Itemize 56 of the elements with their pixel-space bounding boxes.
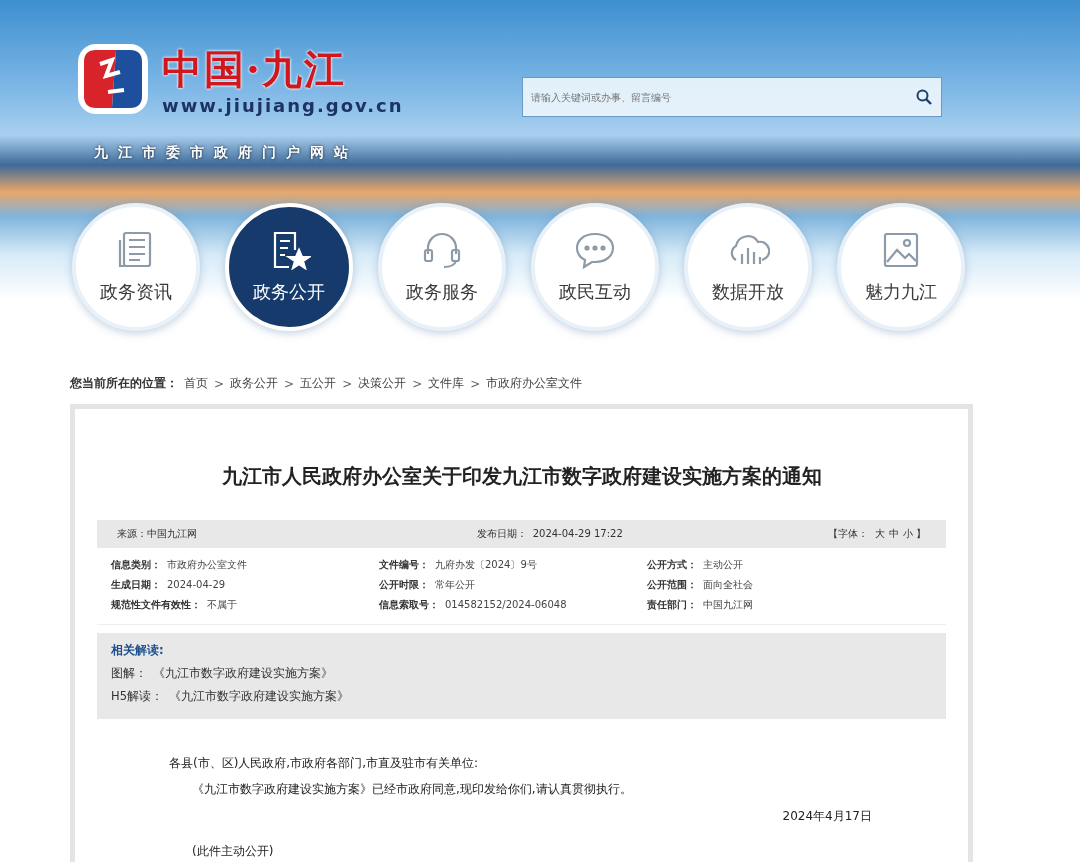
info-value: 常年公开 bbox=[435, 579, 475, 590]
info-value: 中国九江网 bbox=[703, 599, 753, 610]
site-url: www.jiujiang.gov.cn bbox=[162, 94, 404, 116]
source-label: 来源： bbox=[117, 528, 147, 539]
info-label: 信息类别： bbox=[111, 559, 161, 570]
search-field[interactable]: 请输入关键词或办事、留言编号 bbox=[522, 77, 942, 117]
info-label: 规范性文件有效性： bbox=[111, 599, 201, 610]
info-label: 公开方式： bbox=[647, 559, 697, 570]
info-value: 九府办发〔2024〕9号 bbox=[435, 559, 537, 570]
related-label: 图解： bbox=[111, 666, 147, 680]
info-value: 面向全社会 bbox=[703, 579, 753, 590]
chat-bubble-icon bbox=[573, 230, 617, 270]
breadcrumb-link[interactable]: 文件库 bbox=[428, 375, 465, 392]
info-label: 公开时限： bbox=[379, 579, 429, 590]
date-value: 2024-04-29 17:22 bbox=[532, 528, 623, 539]
article-title: 九江市人民政府办公室关于印发九江市数字政府建设实施方案的通知 bbox=[220, 463, 823, 490]
search-icon[interactable] bbox=[916, 89, 932, 105]
logo-icon bbox=[76, 42, 150, 116]
breadcrumb-link[interactable]: 五公开 bbox=[300, 375, 337, 392]
breadcrumb-separator: > bbox=[214, 376, 225, 391]
breadcrumb-label: 您当前所在的位置： bbox=[70, 375, 178, 392]
bracket-text: 】 bbox=[916, 528, 926, 539]
site-title: 中国·九江 bbox=[162, 43, 347, 94]
breadcrumb-separator: > bbox=[470, 376, 481, 391]
breadcrumb-link[interactable]: 政务公开 bbox=[230, 375, 279, 392]
related-label: H5解读： bbox=[111, 689, 163, 703]
info-label: 生成日期： bbox=[111, 579, 161, 590]
related-link[interactable]: 《九江市数字政府建设实施方案》 bbox=[153, 666, 333, 680]
info-label: 信息索取号： bbox=[379, 599, 439, 610]
font-size-label: 【字体： bbox=[827, 528, 868, 539]
info-value: 014582152/2024-06048 bbox=[445, 599, 567, 610]
source-value: 中国九江网 bbox=[147, 528, 197, 539]
breadcrumb-link[interactable]: 市政府办公室文件 bbox=[486, 375, 583, 392]
breadcrumb-separator: > bbox=[412, 376, 423, 391]
site-subtitle: 九江市委市政府门户网站 bbox=[94, 144, 358, 162]
font-size-link[interactable]: 中 bbox=[888, 528, 899, 539]
info-label: 公开范围： bbox=[647, 579, 697, 590]
breadcrumb-link[interactable]: 决策公开 bbox=[358, 375, 407, 392]
breadcrumb-link[interactable]: 首页 bbox=[184, 375, 208, 392]
breadcrumb-separator: > bbox=[284, 376, 295, 391]
related-link[interactable]: 《九江市数字政府建设实施方案》 bbox=[168, 689, 349, 703]
info-label: 责任部门： bbox=[647, 599, 697, 610]
breadcrumb-separator: > bbox=[342, 376, 353, 391]
body-paragraph: 《九江市数字政府建设实施方案》已经市政府同意,现印发给你们,请认真贯彻执行。 bbox=[191, 781, 633, 798]
signing-date: 2024年4月17日 bbox=[781, 808, 872, 825]
font-size-link[interactable]: 小 bbox=[902, 528, 913, 539]
salutation-text: 各县(市、区)人民政府,市政府各部门,市直及驻市有关单位: bbox=[169, 755, 480, 772]
info-value: 主动公开 bbox=[703, 559, 743, 570]
date-label: 发布日期： bbox=[476, 528, 527, 539]
info-value: 市政府办公室文件 bbox=[167, 559, 247, 570]
info-value: 2024-04-29 bbox=[167, 579, 226, 590]
note-text: (此件主动公开) bbox=[191, 843, 275, 860]
info-value: 不属于 bbox=[207, 599, 237, 610]
related-heading: 相关解读: bbox=[111, 643, 165, 658]
info-label: 文件编号： bbox=[379, 559, 429, 570]
font-size-link[interactable]: 大 bbox=[874, 528, 885, 539]
